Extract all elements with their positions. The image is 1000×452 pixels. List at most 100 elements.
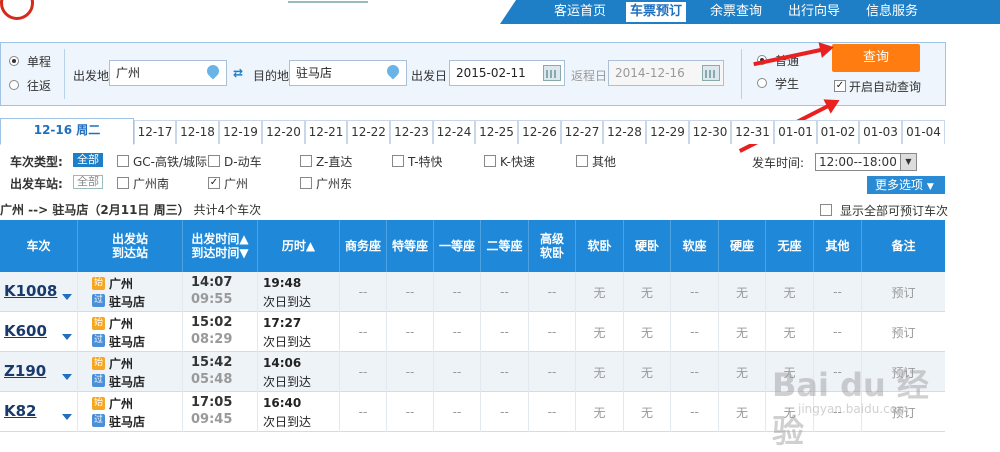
type-other-checkbox[interactable] — [576, 155, 588, 167]
station-gz-checkbox[interactable]: ✓ — [208, 177, 220, 189]
date-tab[interactable]: 12-19 — [219, 120, 262, 144]
seat-availability: -- — [481, 312, 529, 352]
station-all[interactable]: 全部 — [73, 175, 103, 189]
type-d-checkbox[interactable] — [208, 155, 220, 167]
chevron-down-icon[interactable] — [62, 374, 72, 380]
passenger-student-radio[interactable] — [757, 78, 767, 88]
seat-availability: -- — [529, 272, 576, 312]
date-tab[interactable]: 12-25 — [475, 120, 518, 144]
book-button[interactable]: 预订 — [862, 272, 945, 312]
one-way-radio[interactable] — [9, 56, 19, 66]
col-first: 一等座 — [434, 220, 481, 272]
seat-availability: 无 — [719, 272, 766, 312]
location-pin-icon[interactable] — [387, 65, 399, 81]
calendar-icon[interactable] — [543, 65, 561, 81]
to-station: 驻马店 — [109, 375, 146, 389]
station-gzn-checkbox[interactable] — [117, 177, 129, 189]
seat-availability: -- — [814, 312, 862, 352]
date-tab[interactable]: 12-27 — [561, 120, 603, 144]
train-number-link[interactable]: K600 — [4, 322, 47, 340]
date-tab[interactable]: 12-31 — [731, 120, 774, 144]
col-deluxe-sleeper: 高级 软卧 — [529, 220, 576, 272]
col-duration[interactable]: 历时▲ — [258, 220, 340, 272]
chevron-down-icon[interactable]: ▼ — [900, 154, 916, 170]
date-tab[interactable]: 12-21 — [305, 120, 347, 144]
arrival-note: 次日到达 — [263, 295, 312, 309]
duration-cell: 17:27 次日到达 — [258, 312, 340, 352]
date-tab[interactable]: 12-23 — [390, 120, 433, 144]
col-soft-seat: 软座 — [671, 220, 719, 272]
type-gc-checkbox[interactable] — [117, 155, 129, 167]
date-tab[interactable]: 12-26 — [518, 120, 561, 144]
type-k-checkbox[interactable] — [484, 155, 496, 167]
stations-cell: 始广州过驻马店 — [78, 392, 183, 432]
nav-ticket-booking[interactable]: 车票预订 — [626, 2, 687, 22]
col-times[interactable]: 出发时间▲ 到达时间▼ — [183, 220, 258, 272]
train-number-link[interactable]: K1008 — [4, 282, 57, 300]
calendar-icon[interactable] — [702, 65, 720, 81]
date-tab[interactable]: 01-01 — [774, 120, 817, 144]
site-logo-text — [288, 0, 368, 3]
seat-availability: 无 — [624, 392, 671, 432]
duration: 19:48 — [263, 276, 302, 290]
seat-availability: 无 — [624, 352, 671, 392]
date-tab[interactable]: 12-17 — [134, 120, 176, 144]
from-station: 广州 — [109, 277, 134, 291]
date-tab[interactable]: 12-18 — [176, 120, 219, 144]
type-z-label: Z-直达 — [316, 155, 353, 169]
seat-availability: 无 — [624, 312, 671, 352]
col-hard-sleeper: 硬卧 — [624, 220, 671, 272]
date-tab[interactable]: 01-03 — [859, 120, 902, 144]
chevron-down-icon[interactable] — [62, 414, 72, 420]
from-station: 广州 — [109, 357, 134, 371]
more-options-button[interactable]: 更多选项 ▼ — [867, 176, 945, 194]
chevron-down-icon[interactable] — [62, 294, 72, 300]
train-cell: K600 — [0, 312, 78, 352]
date-tab[interactable]: 12-16 周二 — [0, 118, 134, 145]
duration: 16:40 — [263, 396, 302, 410]
date-tab[interactable]: 12-20 — [262, 120, 305, 144]
date-tab[interactable]: 01-04 — [902, 120, 945, 144]
depart-time-value: 12:00--18:00 — [819, 155, 897, 169]
arrival-note: 次日到达 — [263, 415, 312, 429]
round-trip-label: 往返 — [27, 79, 52, 93]
date-tab[interactable]: 01-02 — [817, 120, 859, 144]
book-button[interactable]: 预订 — [862, 312, 945, 352]
auto-query-checkbox[interactable]: ✓ — [834, 80, 846, 92]
chevron-down-icon[interactable] — [62, 334, 72, 340]
date-tab[interactable]: 12-30 — [689, 120, 731, 144]
col-hard-seat: 硬座 — [719, 220, 766, 272]
table-row: K600 始广州过驻马店 15:02 08:29 17:27 次日到达 -- -- -- -- --… — [0, 312, 945, 352]
depart-date-label: 出发日 — [411, 69, 448, 83]
seat-availability: -- — [481, 352, 529, 392]
station-gzd-checkbox[interactable] — [300, 177, 312, 189]
pass-station-badge: 过 — [92, 414, 105, 427]
col-second: 二等座 — [481, 220, 529, 272]
seat-availability: -- — [671, 312, 719, 352]
nav-home[interactable]: 客运首页 — [554, 2, 606, 22]
times-cell: 15:42 05:48 — [183, 352, 258, 392]
date-tab[interactable]: 12-22 — [347, 120, 390, 144]
seat-availability: -- — [387, 272, 434, 312]
query-button[interactable]: 查询 — [832, 44, 920, 72]
nav-travel-guide[interactable]: 出行向导 — [788, 2, 840, 22]
nav-remaining-tickets[interactable]: 余票查询 — [710, 2, 762, 22]
route-summary: 广州 --> 驻马店（2月11日 周三） — [0, 203, 190, 217]
train-type-all[interactable]: 全部 — [73, 153, 103, 167]
train-number-link[interactable]: K82 — [4, 402, 37, 420]
show-all-checkbox[interactable] — [820, 204, 832, 216]
date-tab[interactable]: 12-29 — [646, 120, 689, 144]
swap-stations-icon[interactable]: ⇄ — [233, 67, 247, 79]
type-t-checkbox[interactable] — [392, 155, 404, 167]
depart-time-select[interactable]: 12:00--18:00 ▼ — [815, 153, 917, 171]
location-pin-icon[interactable] — [207, 65, 219, 81]
duration: 14:06 — [263, 356, 302, 370]
seat-availability: -- — [434, 312, 481, 352]
date-tab[interactable]: 12-24 — [433, 120, 475, 144]
round-trip-radio[interactable] — [9, 80, 19, 90]
date-tab[interactable]: 12-28 — [603, 120, 646, 144]
type-z-checkbox[interactable] — [300, 155, 312, 167]
train-number-link[interactable]: Z190 — [4, 362, 46, 380]
nav-info-service[interactable]: 信息服务 — [866, 2, 918, 22]
seat-availability: 无 — [719, 312, 766, 352]
